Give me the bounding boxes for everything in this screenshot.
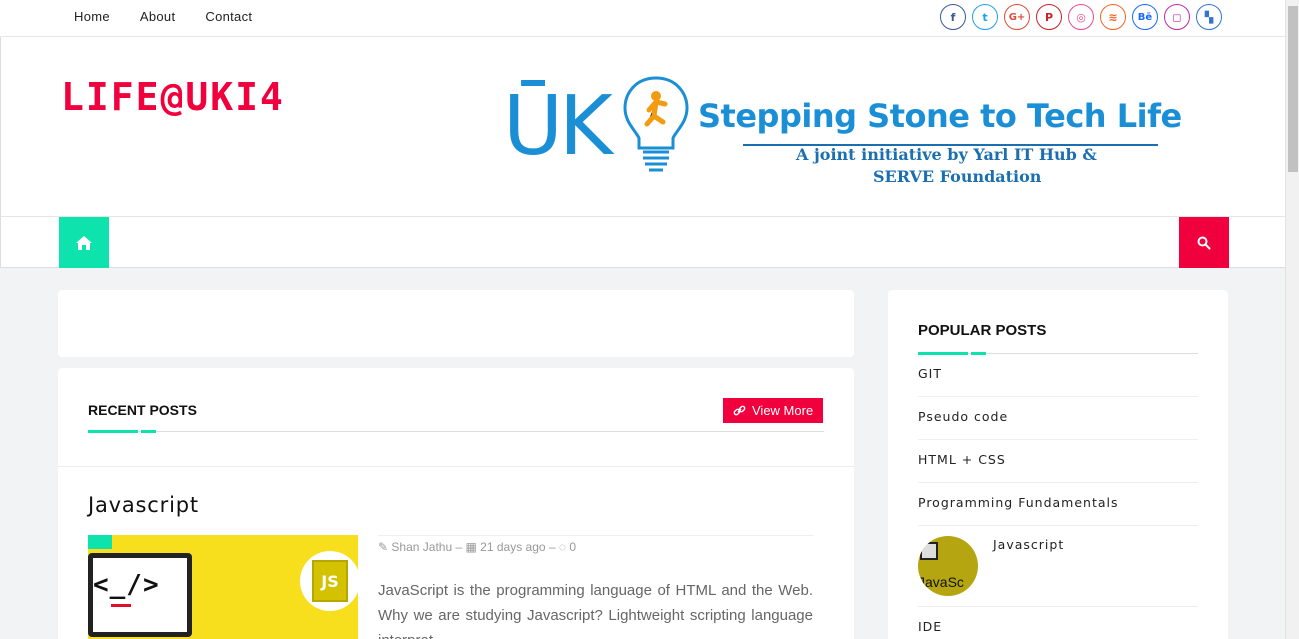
view-more-label: View More [752,403,814,418]
post-author[interactable]: Shan Jathu [391,540,452,554]
post-meta: ✎ Shan Jathu – ▦ 21 days ago – ◌ 0 [378,540,576,554]
item-divider [918,396,1198,397]
post-comments[interactable]: 0 [569,540,576,554]
home-icon [76,235,92,250]
ad-placeholder [58,290,854,357]
meta-sep: – [455,540,466,554]
thumb-code-text: <_/> [93,570,160,600]
popular-post-item[interactable]: GIT [918,366,1198,381]
popular-post-item[interactable]: HTML + CSS [918,452,1198,467]
pencil-icon: ✎ [378,540,389,554]
delicious-icon[interactable]: ▚ [1196,4,1222,30]
item-divider [918,439,1198,440]
instagram-icon[interactable]: ◻ [1164,4,1190,30]
item-divider [918,606,1198,607]
site-header: LIFE@UKI4 ŪK Stepping Stone to Tech Life… [0,37,1285,217]
google-plus-icon[interactable]: G+ [1004,4,1030,30]
popular-posts-heading: POPULAR POSTS [918,322,1047,339]
thumb-monitor [920,542,938,560]
recent-posts-heading: RECENT POSTS [88,402,197,418]
facebook-icon[interactable]: f [940,4,966,30]
social-links: f t G+ P ◎ ≋ Bē ◻ ▚ [940,4,1222,30]
link-icon [733,405,746,416]
sidebar-popular-posts: POPULAR POSTS GIT Pseudo code HTML + CSS… [888,290,1228,639]
post-thumbnail[interactable]: <_/> JS [88,535,358,639]
post-excerpt: JavaScript is the programming language o… [378,582,813,639]
section-separator [58,466,854,467]
popular-post-item[interactable]: Programming Fundamentals [918,495,1198,510]
code-underscore [111,604,131,607]
heading-divider [88,431,824,432]
popular-post-item[interactable]: Pseudo code [918,409,1198,424]
thumb-text: JavaSc [918,574,964,590]
heading-accent-small [141,430,156,433]
item-divider [918,525,1198,526]
search-icon [1197,236,1211,249]
header-banner[interactable]: ŪK Stepping Stone to Tech Life A joint i… [503,76,1203,187]
item-divider [918,482,1198,483]
popular-post-item[interactable]: IDE [918,619,1198,634]
js-logo-icon: JS [312,560,348,602]
site-logo[interactable]: LIFE@UKI4 [61,75,285,119]
heading-accent [918,352,968,355]
nav-home-link[interactable]: Home [74,9,110,24]
banner-subtitle-1: A joint initiative by Yarl IT Hub & [796,145,1097,164]
home-button[interactable] [59,217,109,268]
view-more-button[interactable]: View More [723,398,824,423]
meta-divider [378,535,813,536]
post-date: 21 days ago [480,540,546,554]
post-title[interactable]: Javascript [88,493,199,517]
nav-contact-link[interactable]: Contact [205,9,252,24]
scrollbar-thumb[interactable] [1288,6,1298,172]
lightbulb-icon [623,76,689,172]
heading-accent [88,430,138,433]
banner-title: Stepping Stone to Tech Life [698,97,1182,135]
popular-post-thumbnail[interactable]: JavaSc [918,536,978,596]
page-scrollbar[interactable] [1285,0,1299,639]
dribbble-icon[interactable]: ◎ [1068,4,1094,30]
comment-icon: ◌ [558,540,567,554]
heading-accent-small [971,352,986,355]
popular-post-item[interactable]: Javascript [993,537,1064,552]
monitor-graphic: <_/> [88,553,192,637]
nav-about-link[interactable]: About [140,9,175,24]
top-nav: Home About Contact [74,9,282,24]
top-bar: Home About Contact f t G+ P ◎ ≋ Bē ◻ ▚ [0,0,1285,37]
main-navbar [0,217,1285,268]
twitter-icon[interactable]: t [972,4,998,30]
recent-posts-section: RECENT POSTS View More Javascript <_/> J… [58,368,854,639]
behance-icon[interactable]: Bē [1132,4,1158,30]
banner-mark: ŪK [503,79,613,174]
rss-icon[interactable]: ≋ [1100,4,1126,30]
search-button[interactable] [1179,217,1229,268]
js-badge: JS [300,551,358,611]
meta-sep: – [548,540,559,554]
thumb-label-tag [88,535,112,549]
banner-subtitle-2: SERVE Foundation [873,167,1042,186]
calendar-icon: ▦ [465,540,477,554]
pinterest-icon[interactable]: P [1036,4,1062,30]
